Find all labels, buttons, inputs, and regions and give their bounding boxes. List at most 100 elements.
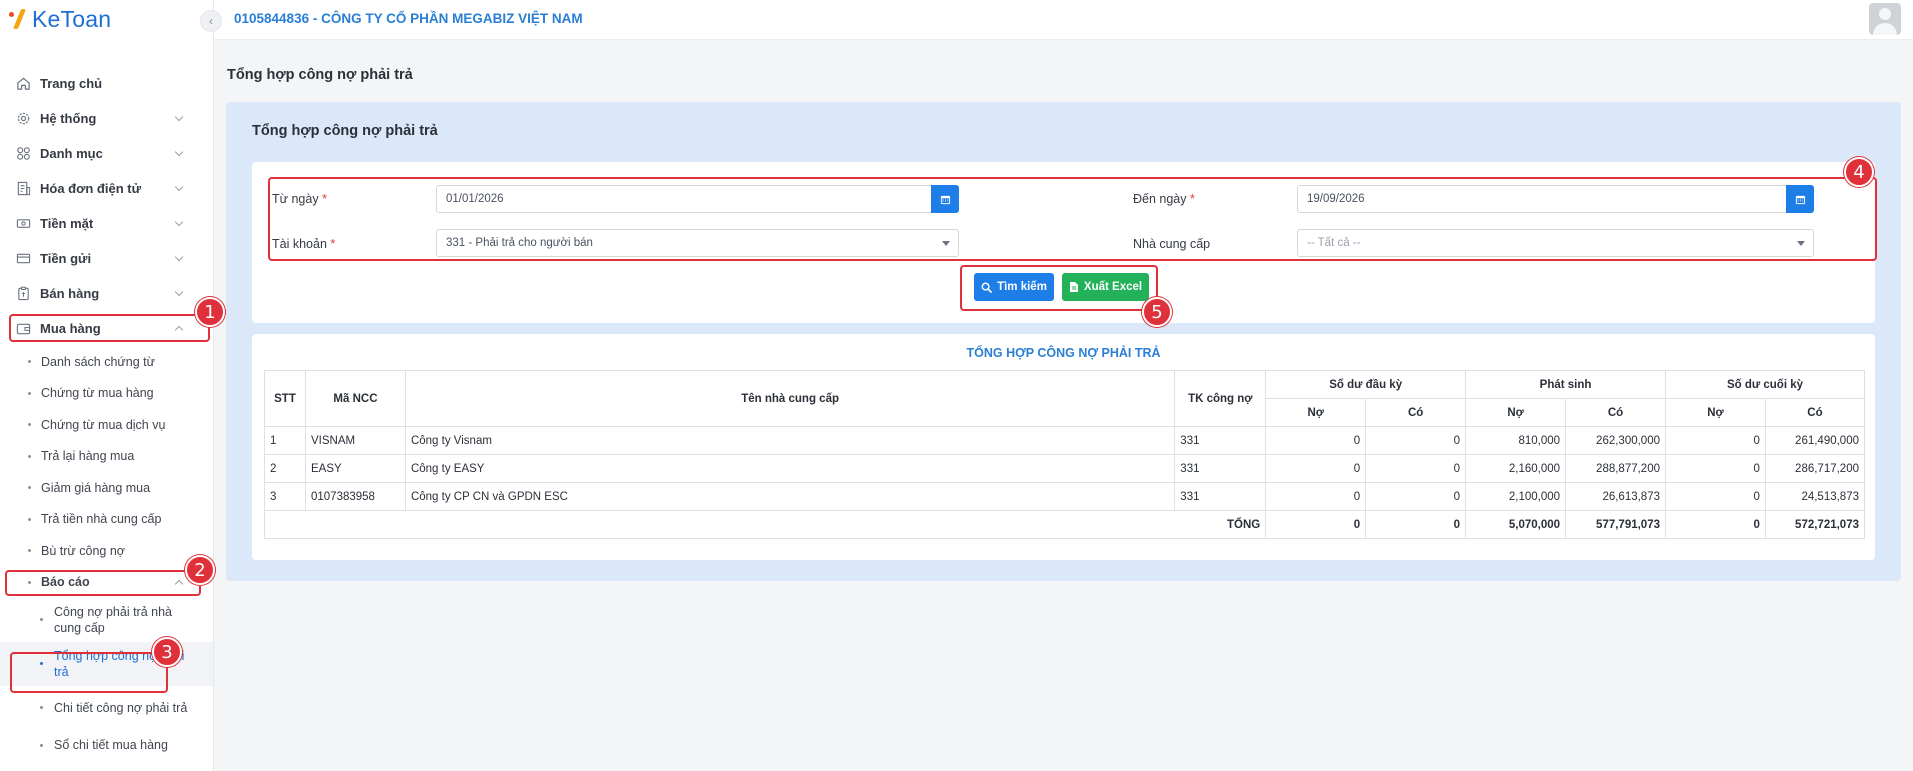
report-link-purchase-ledger[interactable]: Sổ chi tiết mua hàng: [0, 730, 213, 760]
to-date-label-text: Đến ngày: [1133, 192, 1187, 206]
sidebar-item-label: Hóa đơn điện tử: [40, 181, 141, 196]
sidebar-item-label: Mua hàng: [40, 321, 101, 336]
from-date-value: 01/01/2026: [446, 193, 504, 205]
to-date-label: Đến ngày *: [1133, 192, 1195, 206]
search-icon: [981, 282, 992, 293]
cell-mv-credit: 262,300,000: [1565, 426, 1666, 455]
bullet-icon: [28, 391, 31, 395]
from-date-calendar-button[interactable]: [931, 185, 959, 213]
sidebar-item-cash[interactable]: Tiền mặt: [0, 206, 213, 241]
annotation-badge-3: 3: [152, 637, 182, 667]
bullet-icon: [28, 549, 31, 553]
sidebar-subitem[interactable]: Trả tiền nhà cung cấp: [0, 504, 213, 536]
report-link-supplier-payable[interactable]: Công nợ phải trả nhà cung cấp: [0, 598, 213, 642]
caret-down-icon: [942, 241, 950, 246]
sidebar-subitem-label: Danh sách chứng từ: [41, 354, 156, 369]
total-row: TỔNG 0 0 5,070,000 577,791,073 0 572,721…: [263, 510, 1866, 539]
sidebar-item-label: Danh mục: [40, 146, 103, 161]
cell-open-credit: 0: [1365, 482, 1467, 511]
sidebar-subitem[interactable]: Chứng từ mua hàng: [0, 378, 213, 410]
cell-code: VISNAM: [304, 426, 406, 455]
collapse-sidebar-button[interactable]: ‹: [200, 10, 222, 32]
sidebar-subitem-label: Báo cáo: [41, 575, 90, 590]
annotation-badge-5: 5: [1142, 297, 1172, 327]
cell-stt: 1: [264, 426, 306, 455]
export-excel-label: Xuất Excel: [1083, 281, 1143, 293]
annotation-badge-4: 4: [1844, 157, 1874, 187]
bullet-icon: [28, 580, 31, 584]
sidebar-item-label: Tiền mặt: [40, 216, 94, 231]
gear-icon: [15, 111, 31, 127]
col-header-name: Tên nhà cung cấp: [404, 370, 1176, 427]
to-date-calendar-button[interactable]: [1786, 185, 1814, 213]
cell-open-debit: 0: [1265, 454, 1367, 483]
sidebar-subitem-label: Chứng từ mua dịch vụ: [41, 417, 166, 432]
sidebar-subitem[interactable]: Danh sách chứng từ: [0, 346, 213, 378]
cell-open-debit: 0: [1265, 426, 1367, 455]
topbar: 0105844836 - CÔNG TY CỔ PHẦN MEGABIZ VIỆ…: [214, 0, 1913, 40]
logo-text: KeToan: [32, 5, 112, 32]
cell-code: EASY: [304, 454, 406, 483]
total-label: TỔNG: [263, 510, 1267, 539]
total-open-debit: 0: [1265, 510, 1367, 539]
cell-mv-credit: 26,613,873: [1565, 482, 1666, 511]
file-excel-icon: [1069, 282, 1078, 292]
search-button[interactable]: Tìm kiếm: [974, 273, 1054, 301]
bullet-icon: [28, 486, 31, 490]
sidebar-subitem[interactable]: Giảm giá hàng mua: [0, 472, 213, 504]
account-label: Tài khoản *: [272, 237, 335, 251]
sidebar-item-deposit[interactable]: Tiền gửi: [0, 241, 213, 276]
cell-mv-debit: 2,160,000: [1465, 454, 1567, 483]
report-link-payable-detail[interactable]: Chi tiết công nợ phải trả: [0, 686, 213, 730]
table-row: 2 EASY Công ty EASY 331 0 0 2,160,000 28…: [264, 454, 1866, 483]
report-link-label: Sổ chi tiết mua hàng: [54, 738, 168, 752]
bullet-icon: [28, 454, 31, 458]
cell-open-credit: 0: [1365, 454, 1467, 483]
app-logo[interactable]: KeToan: [8, 5, 111, 33]
total-close-credit: 572,721,073: [1764, 510, 1866, 539]
chevron-down-icon: [174, 287, 184, 297]
sidebar-subitem[interactable]: Trả lại hàng mua: [0, 441, 213, 473]
bullet-icon: [40, 662, 43, 665]
cell-open-credit: 0: [1365, 426, 1467, 455]
total-mv-debit: 5,070,000: [1465, 510, 1567, 539]
sidebar-subitem[interactable]: Chứng từ mua dịch vụ: [0, 409, 213, 441]
sidebar-item-system[interactable]: Hệ thống: [0, 101, 213, 136]
sidebar: KeToan Trang chủ Hệ thống Danh mục Hóa đ…: [0, 0, 214, 771]
bullet-icon: [40, 618, 43, 621]
supplier-select[interactable]: -- Tất cả --: [1297, 229, 1814, 257]
report-link-payable-summary[interactable]: Tổng hợp công nợ phải trả: [0, 642, 213, 686]
sidebar-item-e-invoice[interactable]: Hóa đơn điện tử: [0, 171, 213, 206]
bullet-icon: [28, 360, 31, 364]
export-excel-button[interactable]: Xuất Excel: [1062, 273, 1149, 301]
home-icon: [15, 76, 31, 92]
col-header-movement: Phát sinh: [1465, 370, 1666, 399]
col-header-code: Mã NCC: [304, 370, 406, 427]
company-name[interactable]: 0105844836 - CÔNG TY CỔ PHẦN MEGABIZ VIỆ…: [234, 11, 583, 26]
filter-form: Từ ngày * 01/01/2026 Đến ngày * 19/09/20…: [252, 162, 1875, 323]
account-select-value: 331 - Phải trả cho người bán: [446, 237, 593, 249]
sidebar-item-label: Trang chủ: [40, 76, 103, 91]
cell-stt: 3: [264, 482, 306, 511]
sidebar-item-home[interactable]: Trang chủ: [0, 66, 213, 101]
sidebar-item-purchase[interactable]: Mua hàng: [0, 311, 213, 346]
sidebar-subitem[interactable]: Bù trừ công nợ: [0, 535, 213, 567]
sidebar-item-sales[interactable]: Bán hàng: [0, 276, 213, 311]
card-icon: [15, 251, 31, 267]
avatar[interactable]: [1869, 3, 1901, 35]
grid-icon: [15, 146, 31, 162]
col-header-account: TK công nợ: [1174, 370, 1267, 427]
account-select[interactable]: 331 - Phải trả cho người bán: [436, 229, 959, 257]
sidebar-item-catalog[interactable]: Danh mục: [0, 136, 213, 171]
from-date-field[interactable]: 01/01/2026: [436, 185, 959, 213]
cell-close-debit: 0: [1665, 482, 1766, 511]
chevron-down-icon: [174, 217, 184, 227]
chevron-down-icon: [174, 112, 184, 122]
to-date-field[interactable]: 19/09/2026: [1297, 185, 1814, 213]
col-header-stt: STT: [264, 370, 306, 427]
cell-name: Công ty EASY: [404, 454, 1176, 483]
col-header-credit: Có: [1365, 398, 1467, 427]
cell-code: 0107383958: [304, 482, 406, 511]
total-close-debit: 0: [1665, 510, 1766, 539]
sidebar-subitem-reports[interactable]: Báo cáo: [0, 567, 213, 599]
